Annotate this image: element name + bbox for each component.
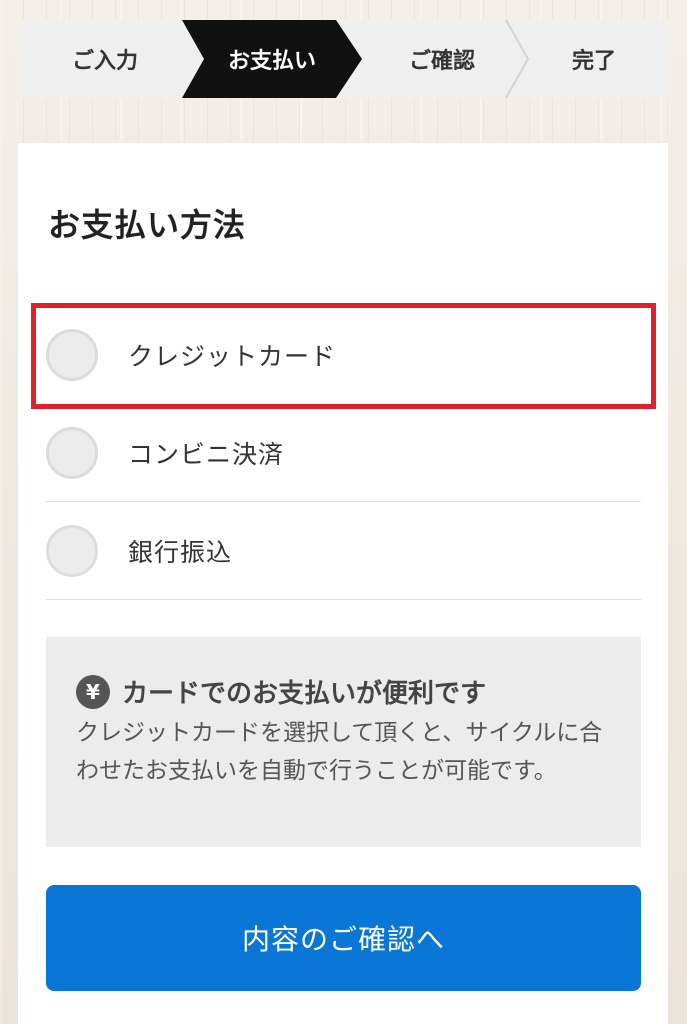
payment-option-label: コンビニ決済	[128, 439, 285, 469]
payment-option-bank-transfer[interactable]: 銀行振込	[46, 502, 641, 600]
step-confirm: ご確認	[408, 49, 475, 74]
radio-button[interactable]	[46, 426, 98, 479]
payment-method-title: お支払い方法	[48, 206, 247, 244]
info-heading-row: ¥ カードでのお支払いが便利です	[76, 673, 611, 710]
yen-icon: ¥	[76, 674, 110, 709]
radio-button[interactable]	[46, 524, 98, 577]
confirm-content-button[interactable]: 内容のご確認へ	[46, 885, 641, 991]
step-payment-active: お支払い	[182, 20, 362, 98]
payment-option-convenience-store[interactable]: コンビニ決済	[46, 404, 641, 502]
highlight-box	[31, 303, 656, 409]
info-body: クレジットカードを選択して頂くと、サイクルに合わせたお支払いを自動で行うことが可…	[76, 720, 603, 784]
payment-option-label: 銀行振込	[128, 537, 233, 567]
step-input: ご入力	[71, 49, 138, 74]
step-complete: 完了	[571, 49, 616, 74]
info-heading: カードでのお支払いが便利です	[122, 679, 487, 709]
checkout-stepper: ご入力 お支払い ご確認 完了	[20, 20, 668, 98]
info-box: ¥ カードでのお支払いが便利です クレジットカードを選択して頂くと、サイクルに合…	[46, 637, 641, 847]
